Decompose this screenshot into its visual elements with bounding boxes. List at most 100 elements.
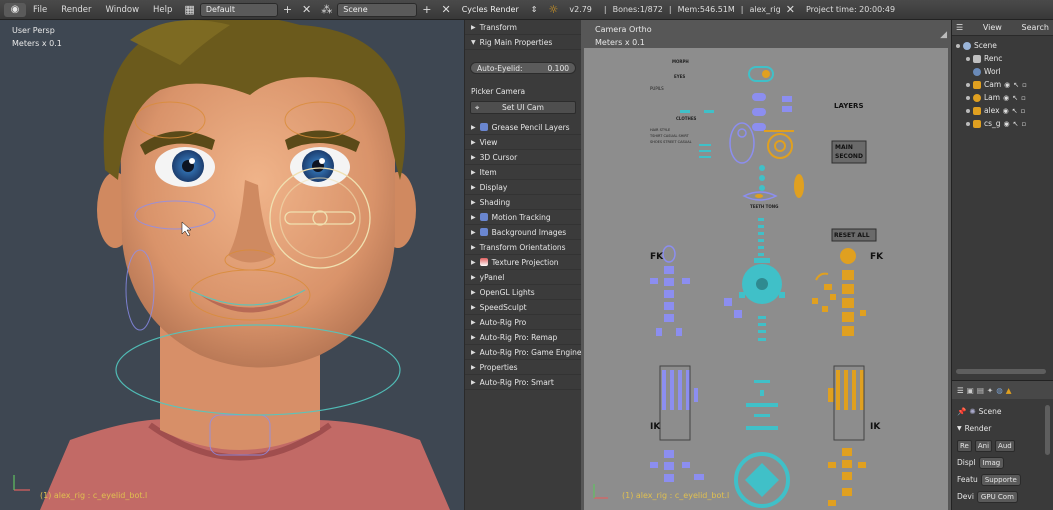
panel-3d-cursor[interactable]: ▶ 3D Cursor: [465, 150, 581, 165]
panel-grease-pencil-layers[interactable]: ▶ Grease Pencil Layers: [465, 120, 581, 135]
panel-display[interactable]: ▶ Display: [465, 180, 581, 195]
cursor-select-icon[interactable]: ↖: [1012, 94, 1018, 102]
panel-view[interactable]: ▶ View: [465, 135, 581, 150]
expanded-arrow-icon: ▼: [957, 425, 962, 432]
visibility-toggles[interactable]: ◉ ↖ ▫: [1003, 94, 1026, 102]
cursor-select-icon[interactable]: ↖: [1012, 107, 1018, 115]
eye-icon[interactable]: ◉: [1003, 107, 1009, 115]
add-screen-icon[interactable]: +: [278, 3, 297, 16]
outliner-search-menu[interactable]: Search: [1022, 23, 1049, 32]
panel-opengl-lights[interactable]: ▶ OpenGL Lights: [465, 285, 581, 300]
outliner-item-cs-grp[interactable]: cs_g ◉ ↖ ▫: [956, 117, 1053, 130]
object-tab-icon[interactable]: ▲: [1006, 386, 1012, 395]
panel-background-images[interactable]: ▶ Background Images: [465, 225, 581, 240]
visibility-toggles[interactable]: ◉ ↖ ▫: [1004, 81, 1027, 89]
outliner-item-camera[interactable]: Cam ◉ ↖ ▫: [956, 78, 1053, 91]
remove-scene-icon[interactable]: ✕: [436, 3, 455, 16]
reset-all-button[interactable]: RESET ALL: [834, 232, 870, 239]
render-icon[interactable]: ▫: [1022, 81, 1027, 89]
world-tab-icon[interactable]: ◍: [996, 386, 1003, 395]
outliner-item-lamp[interactable]: Lam ◉ ↖ ▫: [956, 91, 1053, 104]
screen-layout-field[interactable]: Default: [199, 2, 278, 17]
panel-ypanel[interactable]: ▶ yPanel: [465, 270, 581, 285]
panel-auto-rig-pro-game-engine[interactable]: ▶ Auto-Rig Pro: Game Engine E: [465, 345, 581, 360]
corner-grip-icon[interactable]: ◢: [940, 30, 947, 40]
render-icon[interactable]: ▫: [1022, 120, 1027, 128]
3d-viewport[interactable]: User Persp Meters x 0.1 (1) alex_rig : c…: [0, 20, 464, 510]
pin-icon[interactable]: 📌: [957, 407, 966, 416]
panel-auto-rig-pro[interactable]: ▶ Auto-Rig Pro: [465, 315, 581, 330]
outliner-scrollbar[interactable]: [956, 369, 1046, 374]
scene-field[interactable]: Scene: [337, 2, 418, 17]
expand-dot-icon[interactable]: [966, 95, 970, 100]
expand-dot-icon[interactable]: [966, 121, 970, 126]
cursor-select-icon[interactable]: ↖: [1013, 81, 1019, 89]
panel-shading[interactable]: ▶ Shading: [465, 195, 581, 210]
expand-dot-icon[interactable]: [966, 56, 970, 61]
scene-tab-icon[interactable]: ✦: [987, 386, 993, 395]
render-panel-header[interactable]: ▼ Render: [952, 420, 1053, 437]
properties-editor-icon[interactable]: ☰: [957, 386, 964, 395]
animation-button[interactable]: Ani: [974, 439, 993, 452]
panel-auto-rig-pro-remap[interactable]: ▶ Auto-Rig Pro: Remap: [465, 330, 581, 345]
audio-button[interactable]: Aud: [995, 439, 1015, 452]
auto-eyelid-slider[interactable]: Auto-Eyelid: 0.100: [470, 62, 576, 74]
add-scene-icon[interactable]: +: [417, 3, 436, 16]
cursor-select-icon[interactable]: ↖: [1013, 120, 1019, 128]
picker-canvas[interactable]: MORPH EYES PUPILS CLOTHES HAIR STYLE TSH…: [584, 48, 948, 510]
menu-render[interactable]: Render: [54, 5, 98, 15]
display-select[interactable]: Imag: [978, 456, 1005, 469]
panel-item[interactable]: ▶ Item: [465, 165, 581, 180]
outliner-item-render-layers[interactable]: Renc: [956, 52, 1053, 65]
layer-main-button[interactable]: MAIN: [835, 144, 853, 151]
sep-2: |: [668, 5, 672, 14]
panel-auto-rig-pro-smart[interactable]: ▶ Auto-Rig Pro: Smart: [465, 375, 581, 390]
outliner-item-alex[interactable]: alex ◉ ↖ ▫: [956, 104, 1053, 117]
render-tab-icon[interactable]: ▣: [967, 386, 974, 395]
render-layers-tab-icon[interactable]: ▤: [977, 386, 984, 395]
render-engine-select[interactable]: Cycles Render ⇕: [456, 3, 544, 17]
expand-dot-icon[interactable]: [966, 82, 970, 87]
render-icon[interactable]: ▫: [1021, 107, 1026, 115]
device-select[interactable]: GPU Com: [976, 490, 1018, 503]
panel-rig-main-properties[interactable]: ▼ Rig Main Properties: [465, 35, 581, 50]
render-icon[interactable]: ▫: [1021, 94, 1026, 102]
panel-speedsculpt[interactable]: ▶ SpeedSculpt: [465, 300, 581, 315]
blender-logo-menu[interactable]: ◉: [4, 2, 26, 17]
menu-window[interactable]: Window: [99, 5, 147, 15]
auto-eyelid-label: Auto-Eyelid:: [477, 63, 523, 73]
visibility-toggles[interactable]: ◉ ↖ ▫: [1004, 120, 1027, 128]
chevron-updown-icon: ⇕: [530, 5, 538, 14]
outliner-item-scene[interactable]: Scene: [956, 39, 1053, 52]
eye-icon[interactable]: ◉: [1004, 120, 1010, 128]
fk-right-label: FK: [870, 252, 884, 262]
outliner-item-world[interactable]: Worl: [956, 65, 1053, 78]
outliner-editor-icon[interactable]: ☰: [956, 23, 963, 32]
panel-motion-tracking[interactable]: ▶ Motion Tracking: [465, 210, 581, 225]
panel-transform[interactable]: ▶ Transform: [465, 20, 581, 35]
panel-properties[interactable]: ▶ Properties: [465, 360, 581, 375]
pupils-label: PUPILS: [650, 86, 664, 91]
properties-editor: ☰ ▣ ▤ ✦ ◍ ▲ 📌 ✺ Scene ▼ Render Re Ani Au…: [951, 380, 1053, 510]
expand-dot-icon[interactable]: [956, 43, 960, 48]
expand-dot-icon[interactable]: [966, 108, 970, 113]
layer-second-button[interactable]: SECOND: [835, 153, 863, 160]
scene-icon[interactable]: ⁂: [316, 3, 337, 16]
properties-scrollbar[interactable]: [1045, 405, 1050, 455]
outliner-view-menu[interactable]: View: [983, 23, 1002, 32]
menu-help[interactable]: Help: [146, 5, 179, 15]
menu-file[interactable]: File: [26, 5, 54, 15]
layout-grid-icon[interactable]: ▦: [179, 3, 199, 16]
feature-set-select[interactable]: Supporte: [980, 473, 1021, 486]
camview-status-text: (1) alex_rig : c_eyelid_bot.l: [622, 491, 730, 500]
eye-icon[interactable]: ◉: [1003, 94, 1009, 102]
camera-ortho-viewport[interactable]: Camera Ortho Meters x 0.1 MORPH EYES PUP…: [581, 20, 951, 510]
visibility-toggles[interactable]: ◉ ↖ ▫: [1003, 107, 1026, 115]
close-x-icon[interactable]: ✕: [781, 3, 800, 16]
eye-icon[interactable]: ◉: [1004, 81, 1010, 89]
set-ui-cam-button[interactable]: ⌖ Set UI Cam: [470, 101, 576, 114]
remove-screen-icon[interactable]: ✕: [297, 3, 316, 16]
panel-texture-projection[interactable]: ▶ Texture Projection: [465, 255, 581, 270]
panel-transform-orientations[interactable]: ▶ Transform Orientations: [465, 240, 581, 255]
render-button[interactable]: Re: [957, 439, 972, 452]
